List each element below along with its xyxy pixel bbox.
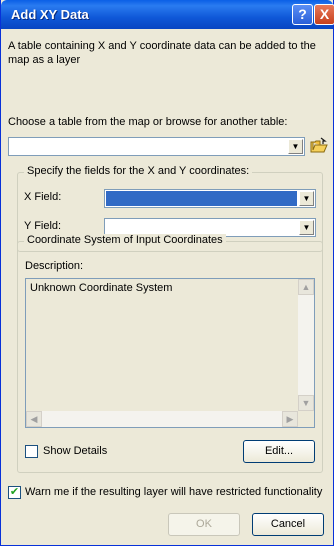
- chevron-down-icon[interactable]: ▼: [299, 220, 314, 235]
- description-text: Unknown Coordinate System: [30, 282, 173, 294]
- scroll-left-icon[interactable]: ◀: [26, 411, 42, 427]
- description-label: Description:: [25, 260, 84, 272]
- x-field-value: [106, 191, 297, 206]
- intro-text: A table containing X and Y coordinate da…: [8, 40, 316, 66]
- open-folder-icon[interactable]: [309, 136, 329, 156]
- warn-checkbox[interactable]: ✔: [8, 486, 21, 499]
- scroll-right-icon[interactable]: ▶: [282, 411, 298, 427]
- chevron-down-icon[interactable]: ▼: [299, 191, 314, 206]
- fields-group-title: Specify the fields for the X and Y coord…: [24, 165, 253, 177]
- coordinate-system-title: Coordinate System of Input Coordinates: [24, 234, 226, 246]
- title-bar[interactable]: Add XY Data ? X: [1, 0, 334, 29]
- scroll-corner: [298, 411, 314, 427]
- cancel-button[interactable]: Cancel: [252, 513, 324, 536]
- checkmark-icon: ✔: [9, 486, 20, 498]
- y-field-label: Y Field:: [24, 220, 62, 232]
- show-details-label[interactable]: Show Details: [43, 445, 107, 457]
- horizontal-scrollbar[interactable]: ◀ ▶: [26, 411, 298, 427]
- x-field-select[interactable]: ▼: [104, 189, 316, 208]
- table-combo[interactable]: ▼: [8, 137, 305, 156]
- show-details-checkbox[interactable]: [25, 445, 38, 458]
- ok-button[interactable]: OK: [168, 513, 240, 536]
- scroll-up-icon[interactable]: ▲: [298, 279, 314, 295]
- help-icon[interactable]: ?: [292, 4, 313, 25]
- edit-button[interactable]: Edit...: [243, 440, 315, 463]
- add-xy-data-dialog: Add XY Data ? X A table containing X and…: [0, 0, 334, 546]
- x-field-label: X Field:: [24, 191, 62, 203]
- table-prompt: Choose a table from the map or browse fo…: [8, 116, 288, 128]
- description-box[interactable]: Unknown Coordinate System ▲ ▼ ◀ ▶: [25, 278, 315, 428]
- vertical-scrollbar[interactable]: ▲ ▼: [298, 279, 314, 411]
- table-combo-value: [9, 138, 287, 155]
- chevron-down-icon[interactable]: ▼: [288, 139, 303, 154]
- warn-label[interactable]: Warn me if the resulting layer will have…: [25, 486, 322, 498]
- close-icon[interactable]: X: [314, 4, 334, 25]
- window-title: Add XY Data: [11, 7, 89, 22]
- scroll-down-icon[interactable]: ▼: [298, 395, 314, 411]
